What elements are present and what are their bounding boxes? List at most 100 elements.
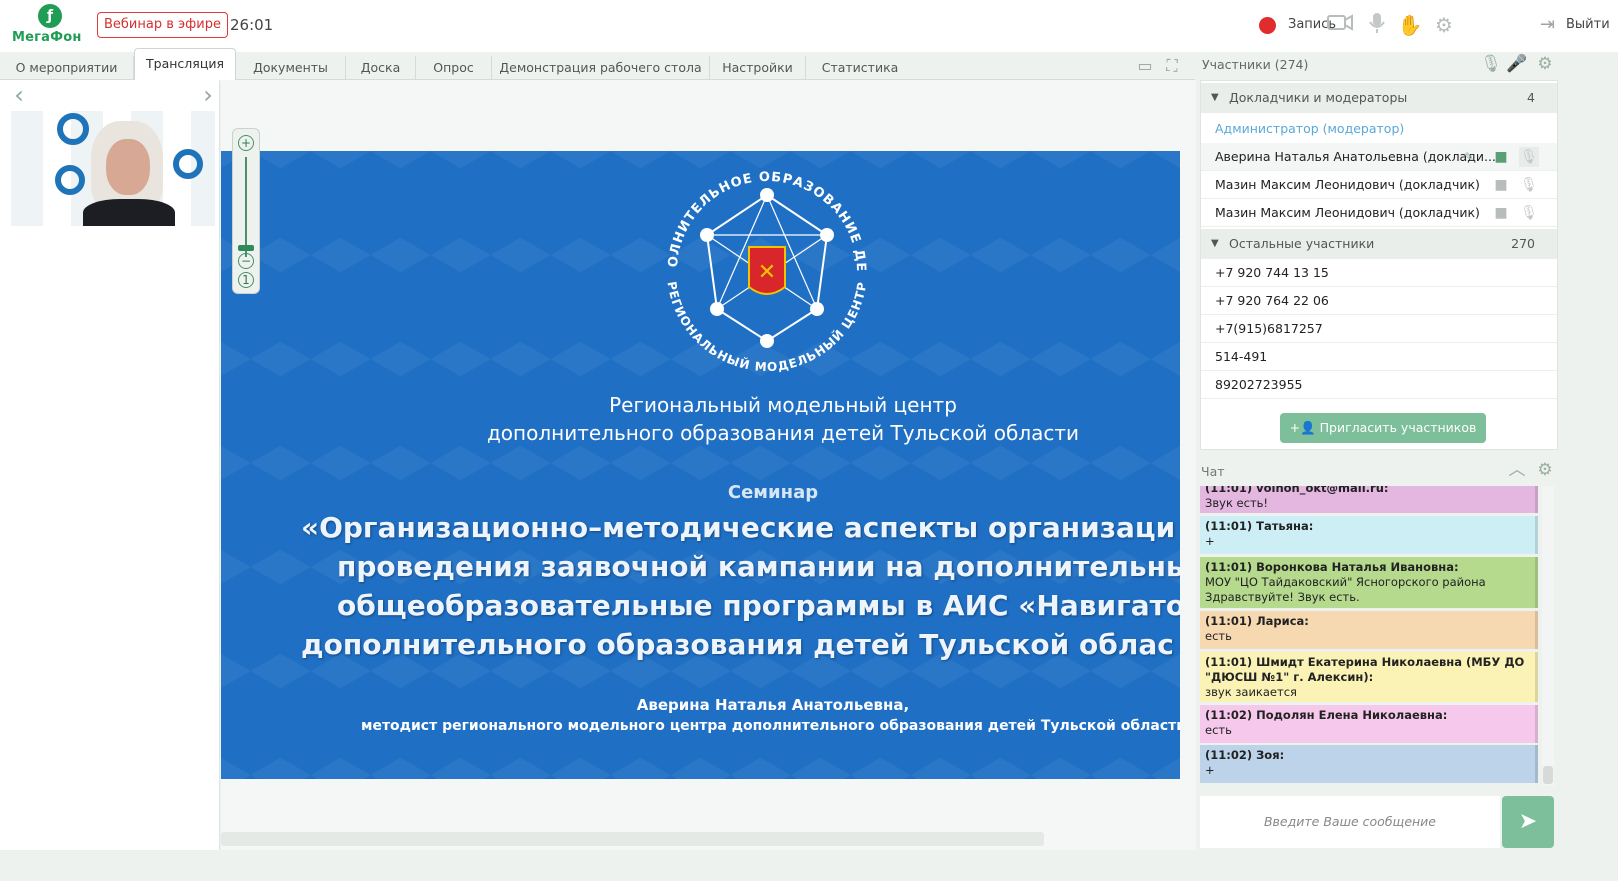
tab-bar: О мероприятии Трансляция Документы Доска… [0, 48, 1195, 81]
send-message-button[interactable]: ➤ [1502, 796, 1554, 848]
chat-message: (11:01) Татьяна: + [1200, 516, 1538, 554]
zoom-reset-icon[interactable]: 1 [238, 272, 254, 288]
invite-participants-button[interactable]: +👤 Пригласить участников [1280, 413, 1486, 443]
video-panel: ‹ › [0, 80, 220, 850]
fullscreen-icon[interactable]: ⛶ [1161, 56, 1183, 76]
speakers-group-header[interactable]: ▼ Докладчики и модераторы 4 [1201, 83, 1557, 113]
chat-message: (11:01) volhon_okt@mail.ru: Звук есть! [1200, 486, 1538, 513]
slide-org-line2: дополнительного образования детей Тульск… [486, 421, 1080, 445]
others-group-label: Остальные участники [1229, 236, 1375, 251]
message-author: (11:01) Лариса: [1205, 614, 1309, 628]
microphone-icon[interactable]: 🎙 [1519, 175, 1539, 195]
message-text: + [1205, 763, 1215, 777]
collapse-chat-icon[interactable]: ︿ [1506, 459, 1528, 481]
microphone-icon[interactable]: 🎙 [1519, 203, 1539, 223]
top-bar: ƒ МегаФон Вебинар в эфире 26:01 Запись ✋… [0, 0, 1618, 52]
microphone-icon[interactable]: 🎙 [1519, 147, 1539, 167]
zoom-in-icon[interactable]: + [238, 135, 254, 151]
tab-screen-share[interactable]: Демонстрация рабочего стола [492, 56, 710, 80]
message-text: МОУ "ЦО Тайдаковский" Ясногорского район… [1205, 575, 1486, 604]
chat-message: (11:01) Лариса: есть [1200, 611, 1538, 649]
admin-role-label: Администратор (модератор) [1215, 121, 1405, 136]
participant-row[interactable]: +7 920 764 22 06 [1201, 287, 1557, 315]
message-author: (11:02) Зоя: [1205, 748, 1285, 762]
record-dot-icon [1259, 17, 1276, 34]
backdrop-logo [57, 113, 89, 145]
speaker-row[interactable]: Аверина Наталья Анатольевна (доклади... … [1201, 143, 1557, 171]
tab-settings[interactable]: Настройки [710, 56, 806, 80]
add-user-icon: +👤 [1289, 420, 1320, 435]
zoom-control[interactable]: + − 1 [232, 128, 260, 294]
tab-documents[interactable]: Документы [236, 56, 346, 80]
raise-hand-icon[interactable]: ✋ [1396, 12, 1424, 38]
message-text: звук заикается [1205, 685, 1297, 699]
backdrop-logo [173, 149, 203, 179]
video-camera-icon[interactable]: ■ [1491, 175, 1511, 195]
emblem-logo: ДОПОЛНИТЕЛЬНОЕ ОБРАЗОВАНИЕ ДЕТЕЙ РЕГИОНА… [645, 151, 868, 374]
chat-panel: Чат ︿ ⚙ (11:01) volhon_okt@mail.ru: Звук… [1196, 456, 1618, 850]
speaker-row[interactable]: Мазин Максим Леонидович (докладчик) ■ 🎙 [1201, 199, 1557, 227]
horizontal-scrollbar[interactable] [221, 832, 1044, 846]
camera-icon[interactable] [1326, 12, 1354, 38]
message-author: (11:01) Шмидт Екатерина Николаевна (МБУ … [1205, 655, 1525, 684]
collapse-triangle-icon: ▼ [1211, 92, 1219, 103]
video-camera-icon[interactable]: ■ [1491, 203, 1511, 223]
zoom-out-icon[interactable]: − [238, 253, 254, 269]
message-text: Звук есть! [1205, 496, 1269, 510]
slide-author-role: методист регионального модельного центра… [361, 718, 1180, 734]
settings-icon[interactable]: ⚙ [1430, 12, 1458, 38]
svg-text:✕: ✕ [758, 260, 776, 285]
participant-row[interactable]: +7(915)6817257 [1201, 315, 1557, 343]
tab-board[interactable]: Доска [346, 56, 416, 80]
message-text: есть [1205, 723, 1232, 737]
chat-message-input[interactable]: Введите Ваше сообщение [1200, 796, 1500, 848]
participant-name: 514-491 [1215, 349, 1268, 364]
microphone-all-icon[interactable]: 🎙 [1480, 53, 1502, 75]
participant-row[interactable]: +7 920 744 13 15 [1201, 259, 1557, 287]
others-group-header[interactable]: ▼ Остальные участники 270 [1201, 229, 1557, 259]
broadcast-stage: ДОПОЛНИТЕЛЬНОЕ ОБРАЗОВАНИЕ ДЕТЕЙ РЕГИОНА… [221, 80, 1196, 850]
chat-settings-icon[interactable]: ⚙ [1534, 459, 1556, 481]
chat-title: Чат [1201, 464, 1225, 479]
others-group-count: 270 [1511, 236, 1535, 251]
participant-row[interactable]: 89202723955 [1201, 371, 1557, 399]
microphone-icon[interactable] [1363, 12, 1391, 38]
exit-label: Выйти [1566, 17, 1610, 32]
speaker-video[interactable] [11, 111, 215, 226]
slide-author: Аверина Наталья Анатольевна, [636, 696, 910, 714]
megafon-logo-icon: ƒ [38, 4, 62, 28]
layout-window-icon[interactable]: ▭ [1134, 56, 1156, 76]
speaker-row[interactable]: Мазин Максим Леонидович (докладчик) ■ 🎙 [1201, 171, 1557, 199]
chat-messages: (11:01) volhon_okt@mail.ru: Звук есть! (… [1200, 486, 1538, 786]
collapse-triangle-icon: ▼ [1211, 238, 1219, 249]
message-author: (11:01) Воронкова Наталья Ивановна: [1205, 560, 1459, 574]
mute-all-icon[interactable]: 🎤 [1506, 53, 1528, 75]
prev-arrow-icon[interactable]: ‹ [9, 83, 29, 107]
zoom-thumb[interactable] [238, 245, 254, 251]
tab-poll[interactable]: Опрос [416, 56, 492, 80]
message-text: + [1205, 534, 1215, 548]
participants-settings-icon[interactable]: ⚙ [1534, 53, 1556, 75]
tab-statistics[interactable]: Статистика [806, 56, 914, 80]
exit-icon: ⇥ [1540, 14, 1556, 35]
video-camera-icon[interactable]: ■ [1491, 147, 1511, 167]
participant-name: +7 920 764 22 06 [1215, 293, 1329, 308]
tab-about[interactable]: О мероприятии [0, 56, 134, 80]
zoom-track[interactable] [245, 157, 247, 257]
slide-org-line1: Региональный модельный центр [609, 393, 957, 417]
chat-message: (11:01) Шмидт Екатерина Николаевна (МБУ … [1200, 652, 1538, 702]
send-icon: ➤ [1518, 809, 1538, 834]
chat-scrollbar[interactable] [1542, 486, 1554, 786]
chat-scroll-thumb[interactable] [1543, 766, 1553, 784]
message-author: (11:01) Татьяна: [1205, 519, 1314, 533]
message-author: (11:01) volhon_okt@mail.ru: [1205, 486, 1389, 495]
slide-title-line: проведения заявочной кампании на дополни… [337, 550, 1180, 583]
speaker-face [106, 139, 150, 195]
participant-name: +7 920 744 13 15 [1215, 265, 1329, 280]
edit-icon[interactable]: ✎ [1459, 147, 1479, 167]
participant-row[interactable]: 514-491 [1201, 343, 1557, 371]
tab-broadcast[interactable]: Трансляция [134, 48, 236, 81]
participants-panel: Участники (274) 🎙 🎤 ⚙ ▼ Докладчики и мод… [1196, 52, 1618, 456]
next-arrow-icon[interactable]: › [198, 83, 218, 107]
broadcast-timer: 26:01 [230, 16, 274, 34]
